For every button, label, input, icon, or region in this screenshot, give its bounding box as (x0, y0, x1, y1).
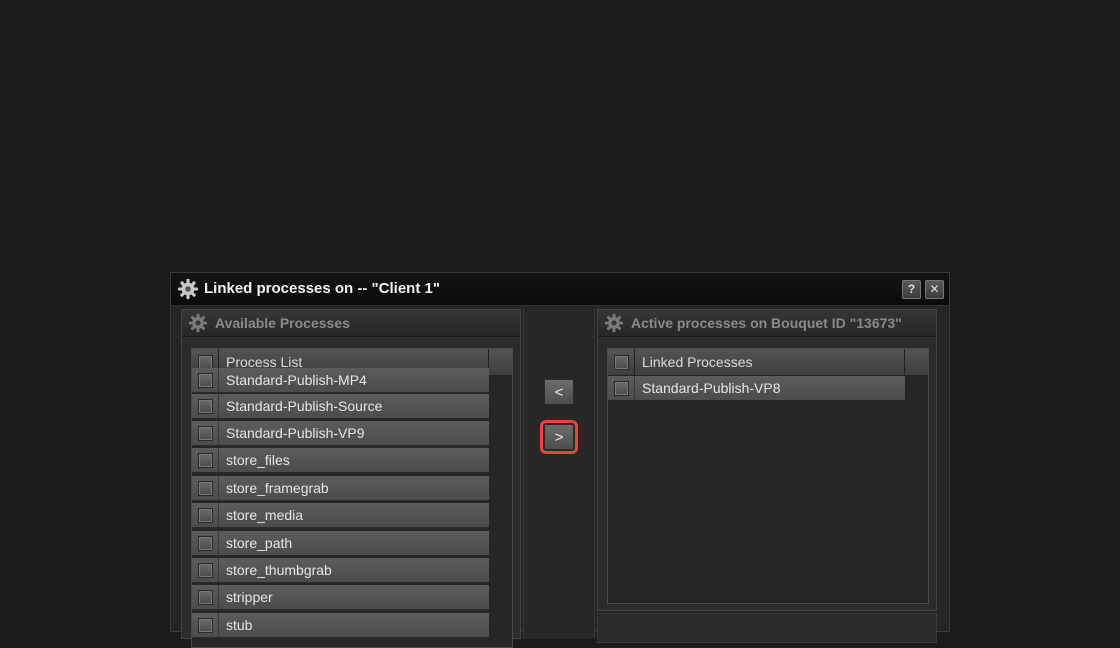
list-item[interactable]: Standard-Publish-VP8 (608, 376, 905, 401)
transfer-controls: < > (523, 309, 595, 639)
row-checkbox[interactable] (198, 590, 213, 605)
process-name: Standard-Publish-MP4 (226, 372, 367, 388)
add-process-button[interactable]: > (540, 420, 578, 454)
available-processes-title: Available Processes (215, 315, 350, 331)
column-divider (218, 531, 219, 555)
row-checkbox[interactable] (614, 381, 629, 396)
process-name: store_media (226, 507, 304, 523)
row-checkbox[interactable] (198, 453, 213, 468)
select-all-checkbox[interactable] (614, 355, 629, 370)
column-divider (218, 476, 219, 500)
gear-icon (604, 313, 624, 333)
column-divider (634, 349, 635, 375)
remove-process-button[interactable]: < (544, 379, 574, 405)
list-item[interactable]: Standard-Publish-Source (192, 394, 489, 419)
list-item[interactable]: stripper (192, 585, 489, 610)
process-name: stub (226, 617, 253, 633)
close-button[interactable]: ✕ (925, 280, 944, 299)
available-processes-panel: Available Processes Process List Standar… (181, 309, 521, 648)
column-divider (218, 585, 219, 609)
column-divider (218, 421, 219, 445)
active-panel-footer (597, 613, 937, 643)
list-item[interactable]: store_files (192, 448, 489, 473)
process-name: Standard-Publish-VP8 (642, 380, 781, 396)
list-item[interactable]: Standard-Publish-VP9 (192, 421, 489, 446)
row-checkbox[interactable] (198, 536, 213, 551)
column-divider (218, 613, 219, 637)
linked-process-list[interactable]: Linked Processes Standard-Publish-VP8 (607, 348, 929, 604)
dialog-titlebar[interactable]: Linked processes on -- "Client 1" ? ✕ (171, 273, 949, 306)
process-name: store_files (226, 452, 290, 468)
row-checkbox[interactable] (198, 563, 213, 578)
row-checkbox[interactable] (198, 481, 213, 496)
linked-process-header-label: Linked Processes (642, 354, 753, 370)
active-processes-title: Active processes on Bouquet ID "13673" (631, 315, 902, 331)
list-item[interactable]: Standard-Publish-MP4 (192, 368, 489, 393)
list-item[interactable]: store_media (192, 503, 489, 528)
available-processes-header: Available Processes (182, 310, 520, 337)
help-button[interactable]: ? (902, 280, 921, 299)
process-name: store_path (226, 535, 293, 551)
column-divider (634, 376, 635, 400)
active-processes-panel: Active processes on Bouquet ID "13673" L… (597, 309, 937, 611)
list-item[interactable]: store_path (192, 531, 489, 556)
list-item[interactable]: store_framegrab (192, 476, 489, 501)
row-checkbox[interactable] (198, 373, 213, 388)
linked-process-column-header[interactable]: Linked Processes (608, 349, 928, 376)
gear-icon (188, 313, 208, 333)
active-processes-header: Active processes on Bouquet ID "13673" (598, 310, 936, 337)
process-name: store_framegrab (226, 480, 329, 496)
process-name: store_thumbgrab (226, 562, 332, 578)
row-checkbox[interactable] (198, 508, 213, 523)
column-divider (218, 558, 219, 582)
column-divider (218, 368, 219, 392)
dialog-title: Linked processes on -- "Client 1" (204, 280, 440, 297)
process-list[interactable]: Process List Standard-Publish-MP4 Standa… (191, 348, 513, 648)
process-name: stripper (226, 589, 273, 605)
linked-processes-dialog: Linked processes on -- "Client 1" ? ✕ Av… (170, 272, 950, 648)
gear-icon (177, 278, 199, 300)
list-item[interactable]: store_thumbgrab (192, 558, 489, 583)
column-divider (904, 349, 905, 375)
process-name: Standard-Publish-Source (226, 398, 383, 414)
column-divider (218, 394, 219, 418)
row-checkbox[interactable] (198, 426, 213, 441)
column-divider (218, 448, 219, 472)
row-checkbox[interactable] (198, 399, 213, 414)
column-divider (218, 503, 219, 527)
process-name: Standard-Publish-VP9 (226, 425, 365, 441)
